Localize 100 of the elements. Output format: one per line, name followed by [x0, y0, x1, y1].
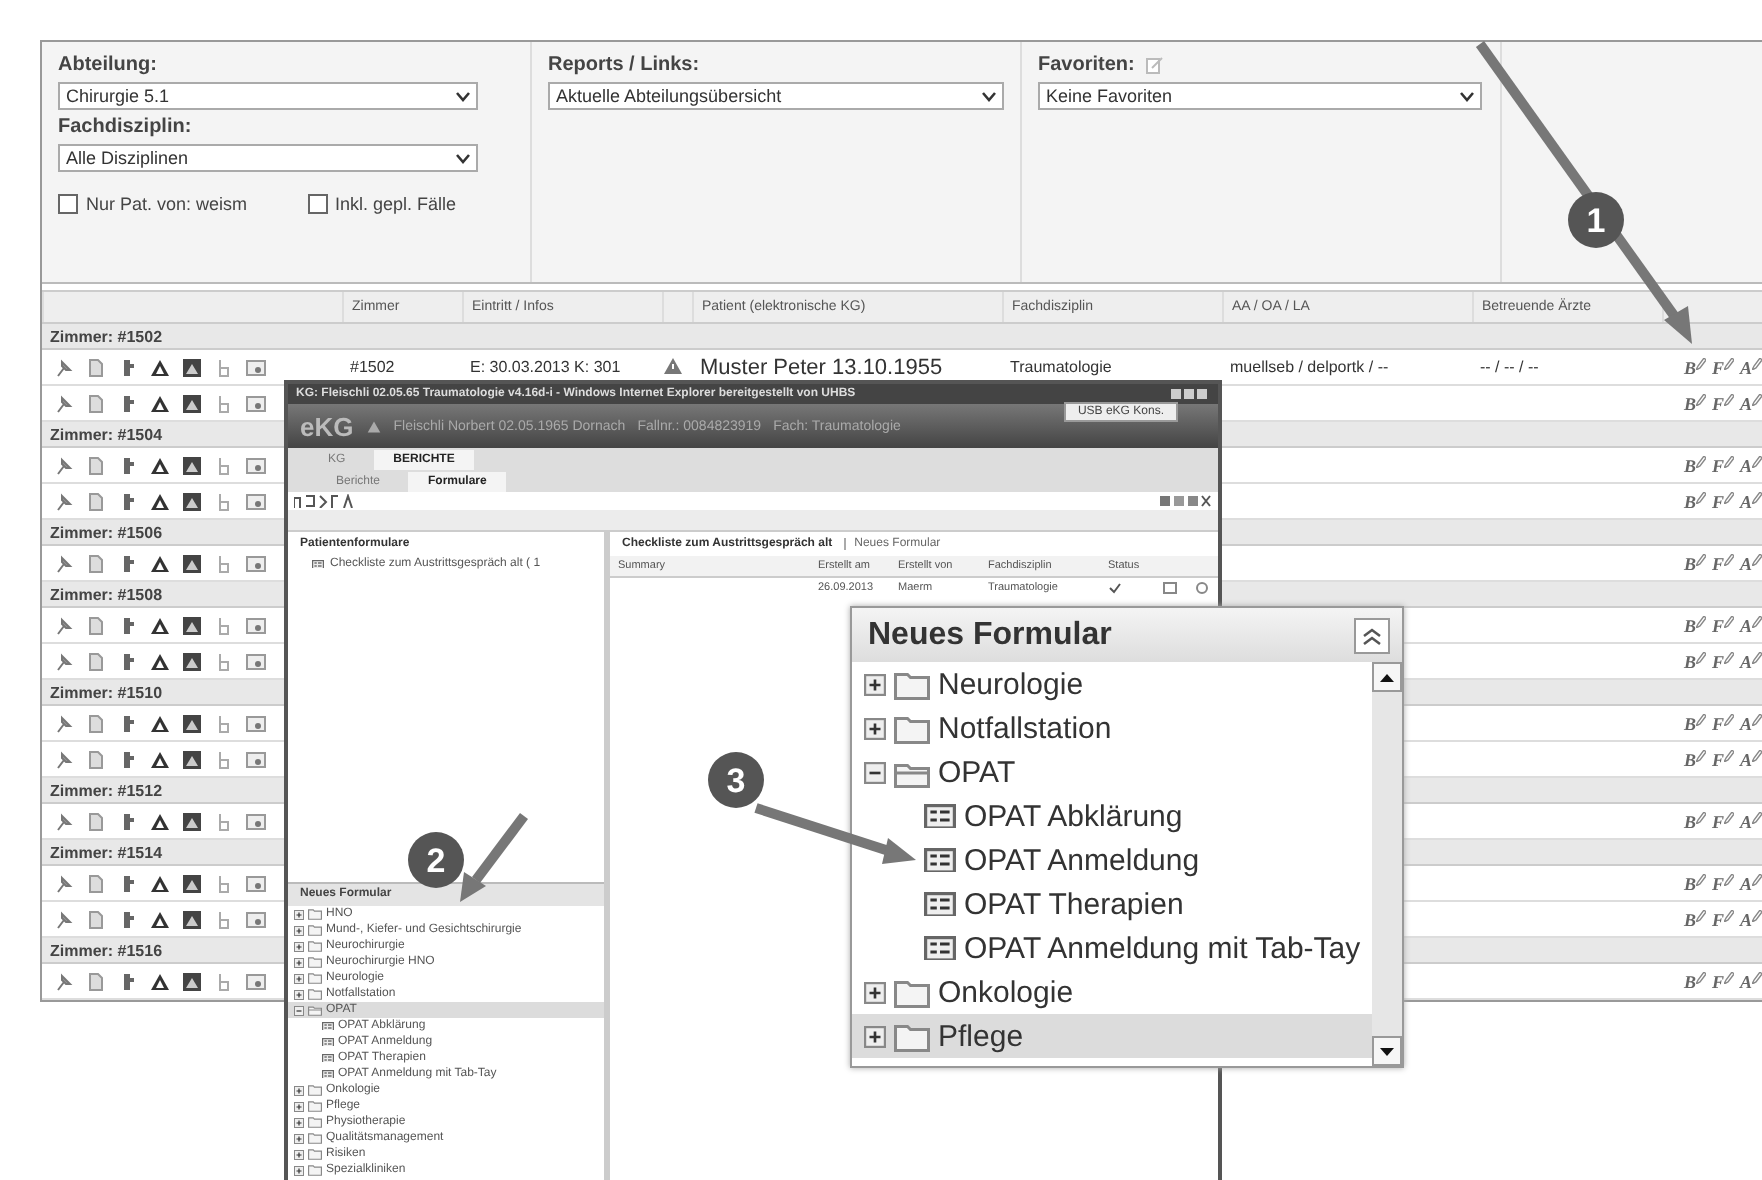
- warning-icon[interactable]: [150, 455, 170, 475]
- document-icon[interactable]: [86, 553, 106, 573]
- warning-icon[interactable]: [150, 749, 170, 769]
- expand-toggle[interactable]: [294, 1101, 304, 1111]
- picture-icon[interactable]: [246, 357, 266, 377]
- checkbox-option[interactable]: Nur Pat. von: weism: [58, 194, 248, 214]
- expand-toggle[interactable]: [864, 761, 886, 783]
- pin-icon[interactable]: [54, 811, 74, 831]
- scroll-down-button[interactable]: [1372, 1036, 1402, 1066]
- warning-icon[interactable]: [150, 971, 170, 991]
- pin-icon[interactable]: [54, 749, 74, 769]
- expand-toggle[interactable]: [294, 1165, 304, 1175]
- patient-link[interactable]: Muster Peter 13.10.1955: [692, 355, 1002, 379]
- department-select[interactable]: Chirurgie 5.1: [58, 82, 478, 110]
- letter-action-button[interactable]: A: [1739, 357, 1762, 377]
- expand-toggle[interactable]: [294, 957, 304, 967]
- warning-icon[interactable]: [150, 909, 170, 929]
- figure-icon[interactable]: [118, 749, 138, 769]
- letter-action-button[interactable]: A: [1739, 491, 1762, 511]
- letter-action-button[interactable]: F: [1711, 393, 1734, 413]
- window-controls-icon[interactable]: [1170, 388, 1210, 400]
- image-icon[interactable]: [182, 553, 202, 573]
- letter-action-button[interactable]: F: [1711, 971, 1734, 991]
- letter-action-button[interactable]: F: [1711, 713, 1734, 733]
- letter-action-button[interactable]: A: [1739, 909, 1762, 929]
- image-icon[interactable]: [182, 749, 202, 769]
- image-icon[interactable]: [182, 357, 202, 377]
- expand-toggle[interactable]: [294, 1149, 304, 1159]
- figure-icon[interactable]: [118, 455, 138, 475]
- picture-icon[interactable]: [246, 971, 266, 991]
- collapse-button[interactable]: [1354, 617, 1390, 653]
- letter-action-button[interactable]: A: [1739, 811, 1762, 831]
- image-icon[interactable]: [182, 971, 202, 991]
- letter-action-button[interactable]: B: [1683, 811, 1706, 831]
- letter-action-button[interactable]: B: [1683, 455, 1706, 475]
- figure-icon[interactable]: [118, 553, 138, 573]
- expand-toggle[interactable]: [294, 1005, 304, 1015]
- image-icon[interactable]: [182, 873, 202, 893]
- image-icon[interactable]: [182, 491, 202, 511]
- letter-action-button[interactable]: A: [1739, 749, 1762, 769]
- picture-icon[interactable]: [246, 909, 266, 929]
- expand-toggle[interactable]: [864, 717, 886, 739]
- image-icon[interactable]: [182, 811, 202, 831]
- letter-action-button[interactable]: F: [1711, 749, 1734, 769]
- letter-action-button[interactable]: B: [1683, 713, 1706, 733]
- letter-action-button[interactable]: B: [1683, 491, 1706, 511]
- figure-icon[interactable]: [118, 393, 138, 413]
- letter-action-button[interactable]: A: [1739, 651, 1762, 671]
- tree-item[interactable]: OPAT Therapien: [852, 882, 1372, 926]
- expand-toggle[interactable]: [864, 981, 886, 1003]
- figure-icon[interactable]: [118, 873, 138, 893]
- warning-icon[interactable]: [150, 811, 170, 831]
- pin-icon[interactable]: [54, 491, 74, 511]
- document-icon[interactable]: [86, 971, 106, 991]
- warning-icon[interactable]: [150, 651, 170, 671]
- reports-select[interactable]: Aktuelle Abteilungsübersicht: [548, 82, 1004, 110]
- letter-action-button[interactable]: B: [1683, 553, 1706, 573]
- checkbox-option[interactable]: Inkl. gepl. Fälle: [307, 194, 457, 214]
- picture-icon[interactable]: [246, 455, 266, 475]
- letter-action-button[interactable]: A: [1739, 873, 1762, 893]
- expand-toggle[interactable]: [864, 1025, 886, 1047]
- warning-icon[interactable]: [150, 553, 170, 573]
- checkbox[interactable]: [58, 194, 78, 214]
- letter-action-button[interactable]: F: [1711, 357, 1734, 377]
- expand-toggle[interactable]: [294, 1133, 304, 1143]
- letter-action-button[interactable]: A: [1739, 393, 1762, 413]
- letter-action-button[interactable]: B: [1683, 971, 1706, 991]
- expand-toggle[interactable]: [294, 941, 304, 951]
- expand-toggle[interactable]: [294, 925, 304, 935]
- image-icon[interactable]: [182, 651, 202, 671]
- letter-action-button[interactable]: A: [1739, 713, 1762, 733]
- warning-icon[interactable]: [150, 393, 170, 413]
- letter-action-button[interactable]: B: [1683, 873, 1706, 893]
- pin-icon[interactable]: [54, 393, 74, 413]
- pin-icon[interactable]: [54, 651, 74, 671]
- image-icon[interactable]: [182, 713, 202, 733]
- letter-action-button[interactable]: F: [1711, 651, 1734, 671]
- letter-action-button[interactable]: B: [1683, 357, 1706, 377]
- letter-action-button[interactable]: B: [1683, 651, 1706, 671]
- picture-icon[interactable]: [246, 811, 266, 831]
- pin-icon[interactable]: [54, 713, 74, 733]
- favorites-select[interactable]: Keine Favoriten: [1038, 82, 1482, 110]
- figure-icon[interactable]: [118, 651, 138, 671]
- image-icon[interactable]: [182, 909, 202, 929]
- letter-action-button[interactable]: F: [1711, 873, 1734, 893]
- checkbox[interactable]: [307, 194, 328, 214]
- document-icon[interactable]: [86, 811, 106, 831]
- letter-action-button[interactable]: B: [1683, 393, 1706, 413]
- warning-icon[interactable]: [150, 873, 170, 893]
- figure-icon[interactable]: [118, 357, 138, 377]
- tree-item[interactable]: Onkologie: [852, 970, 1372, 1014]
- letter-action-button[interactable]: A: [1739, 553, 1762, 573]
- expand-toggle[interactable]: [294, 973, 304, 983]
- pin-icon[interactable]: [54, 553, 74, 573]
- figure-icon[interactable]: [118, 811, 138, 831]
- letter-action-button[interactable]: A: [1739, 971, 1762, 991]
- warning-icon[interactable]: [150, 615, 170, 635]
- figure-icon[interactable]: [118, 909, 138, 929]
- toolbar-icons[interactable]: [294, 494, 354, 508]
- figure-icon[interactable]: [118, 713, 138, 733]
